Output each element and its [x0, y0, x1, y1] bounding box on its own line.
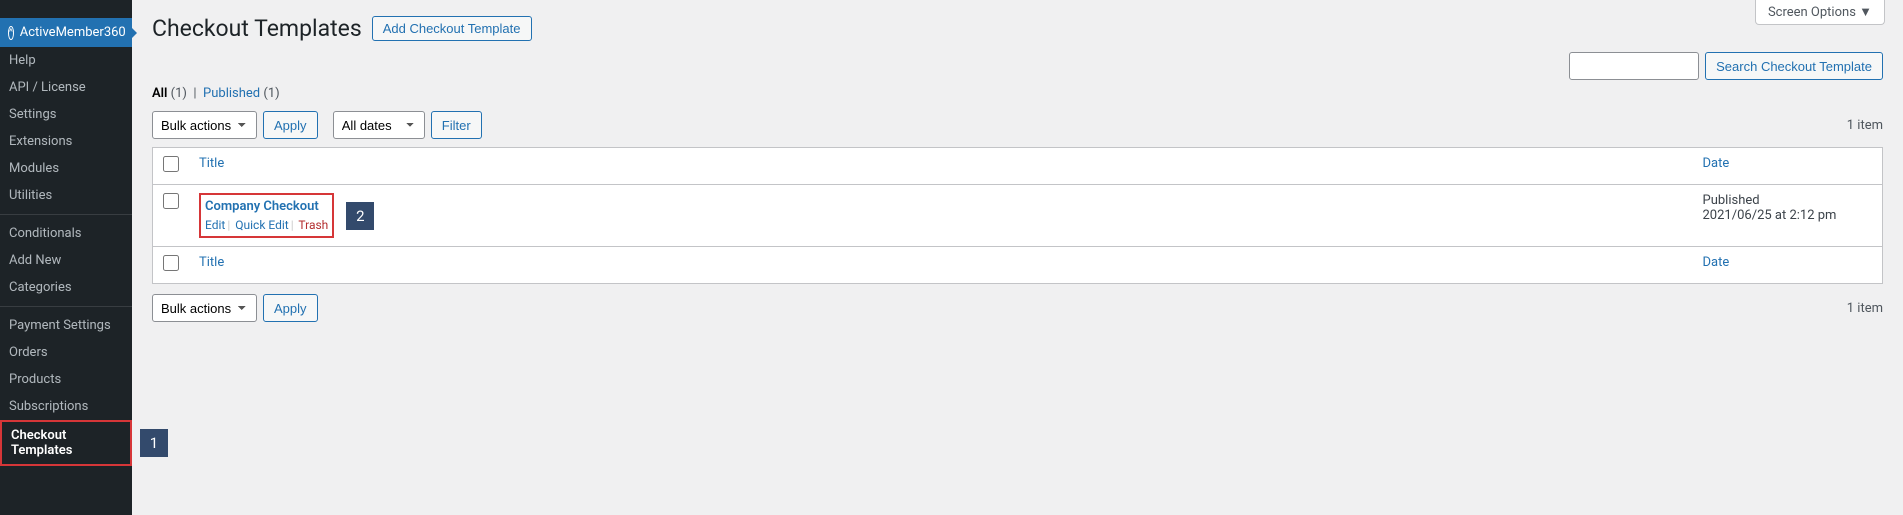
sidebar-item-help[interactable]: Help	[0, 47, 132, 74]
annotation-badge-2: 2	[346, 202, 374, 230]
filter-published-count: (1)	[263, 86, 279, 101]
apply-button-bottom[interactable]: Apply	[263, 294, 318, 322]
row-edit-link[interactable]: Edit	[205, 218, 225, 232]
main-content: Screen Options ▼ Checkout Templates Add …	[132, 0, 1903, 515]
sidebar-separator	[0, 214, 132, 215]
sidebar-separator	[0, 306, 132, 307]
filter-all-link[interactable]: All	[152, 86, 167, 101]
row-title-link[interactable]: Company Checkout	[205, 199, 319, 214]
filter-all-count: (1)	[171, 86, 187, 101]
add-checkout-template-button[interactable]: Add Checkout Template	[372, 16, 532, 41]
sidebar-item-categories[interactable]: Categories	[0, 274, 132, 301]
plugin-name: ActiveMember360	[20, 25, 126, 40]
plugin-icon: ^	[8, 26, 14, 40]
select-all-bottom-checkbox[interactable]	[163, 255, 179, 271]
row-select-checkbox[interactable]	[163, 193, 179, 209]
sidebar-item-add-new[interactable]: Add New	[0, 247, 132, 274]
sidebar-item-extensions[interactable]: Extensions	[0, 128, 132, 155]
sidebar-item-conditionals[interactable]: Conditionals	[0, 220, 132, 247]
filter-button[interactable]: Filter	[431, 111, 482, 139]
item-count-top: 1 item	[1847, 118, 1883, 133]
filter-published-link[interactable]: Published	[203, 86, 260, 101]
sidebar-item-subscriptions[interactable]: Subscriptions	[0, 393, 132, 420]
sidebar-item-modules[interactable]: Modules	[0, 155, 132, 182]
screen-options-toggle[interactable]: Screen Options ▼	[1755, 0, 1885, 25]
sidebar-item-utilities[interactable]: Utilities	[0, 182, 132, 209]
select-all-top-checkbox[interactable]	[163, 156, 179, 172]
row-date: 2021/06/25 at 2:12 pm	[1703, 208, 1873, 223]
sidebar-plugin-header[interactable]: ^ ActiveMember360	[0, 18, 132, 47]
search-input[interactable]	[1569, 52, 1699, 80]
bulk-actions-select-top[interactable]: Bulk actions	[152, 111, 257, 139]
date-column-header[interactable]: Date	[1703, 156, 1730, 171]
row-status: Published	[1703, 193, 1873, 208]
page-title: Checkout Templates	[152, 15, 362, 42]
item-count-bottom: 1 item	[1847, 301, 1883, 316]
row-trash-link[interactable]: Trash	[298, 218, 328, 232]
sidebar-item-orders[interactable]: Orders	[0, 339, 132, 366]
sidebar-item-payment-settings[interactable]: Payment Settings	[0, 312, 132, 339]
title-column-footer[interactable]: Title	[199, 255, 224, 270]
date-column-footer[interactable]: Date	[1703, 255, 1730, 270]
sidebar-item-checkout-templates[interactable]: Checkout Templates	[0, 420, 132, 466]
list-filter-subsubsub: All (1) | Published (1)	[152, 86, 1883, 101]
sidebar-item-products[interactable]: Products	[0, 366, 132, 393]
date-filter-select[interactable]: All dates	[333, 111, 425, 139]
row-actions: Edit| Quick Edit| Trash	[205, 218, 328, 232]
apply-button-top[interactable]: Apply	[263, 111, 318, 139]
sidebar-item-api-license[interactable]: API / License	[0, 74, 132, 101]
table-row: Company Checkout Edit| Quick Edit| Trash…	[153, 185, 1883, 247]
admin-sidebar: ^ ActiveMember360 Help API / License Set…	[0, 0, 132, 515]
bulk-actions-select-bottom[interactable]: Bulk actions	[152, 294, 257, 322]
row-quick-edit-link[interactable]: Quick Edit	[235, 218, 288, 232]
checkout-templates-table: Title Date Company Checkout Edit| Quick …	[152, 147, 1883, 284]
sidebar-item-settings[interactable]: Settings	[0, 101, 132, 128]
title-column-header[interactable]: Title	[199, 156, 224, 171]
search-checkout-template-button[interactable]: Search Checkout Template	[1705, 52, 1883, 80]
